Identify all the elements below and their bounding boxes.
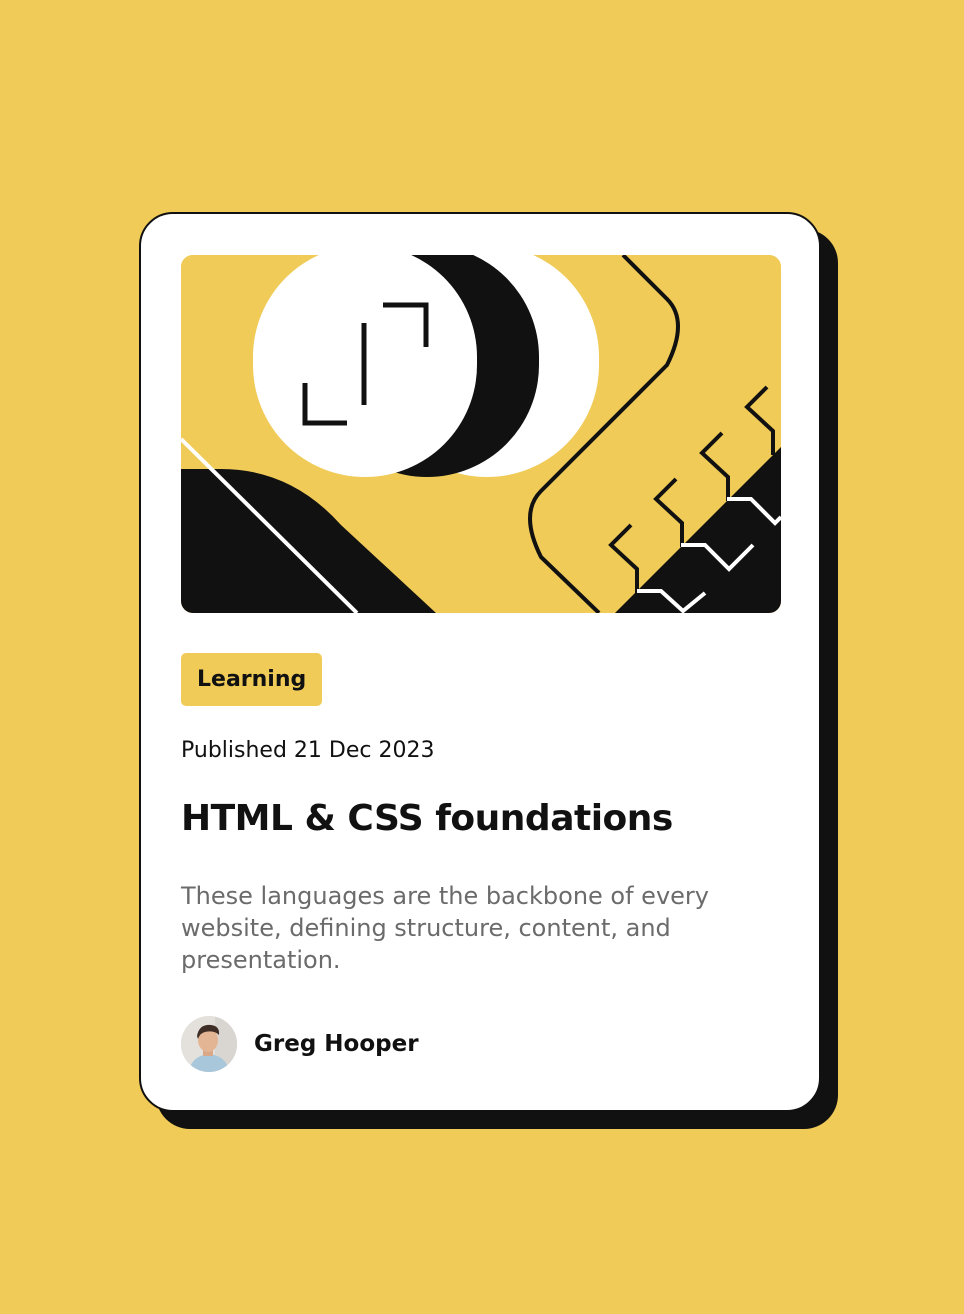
card-description: These languages are the backbone of ever… — [181, 882, 709, 974]
blog-preview-card: Learning Published 21 Dec 2023 HTML & CS… — [139, 212, 821, 1112]
author-name[interactable]: Greg Hooper — [254, 1031, 419, 1057]
page: { "colors": { "background": "#F0CB57", "… — [0, 0, 964, 1314]
author-avatar — [181, 1016, 237, 1072]
publish-date: Published 21 Dec 2023 — [181, 738, 435, 763]
card-title[interactable]: HTML & CSS foundations — [181, 798, 673, 839]
author: Greg Hooper — [181, 1016, 419, 1072]
category-tag[interactable]: Learning — [181, 653, 323, 706]
hero-illustration — [181, 255, 781, 613]
